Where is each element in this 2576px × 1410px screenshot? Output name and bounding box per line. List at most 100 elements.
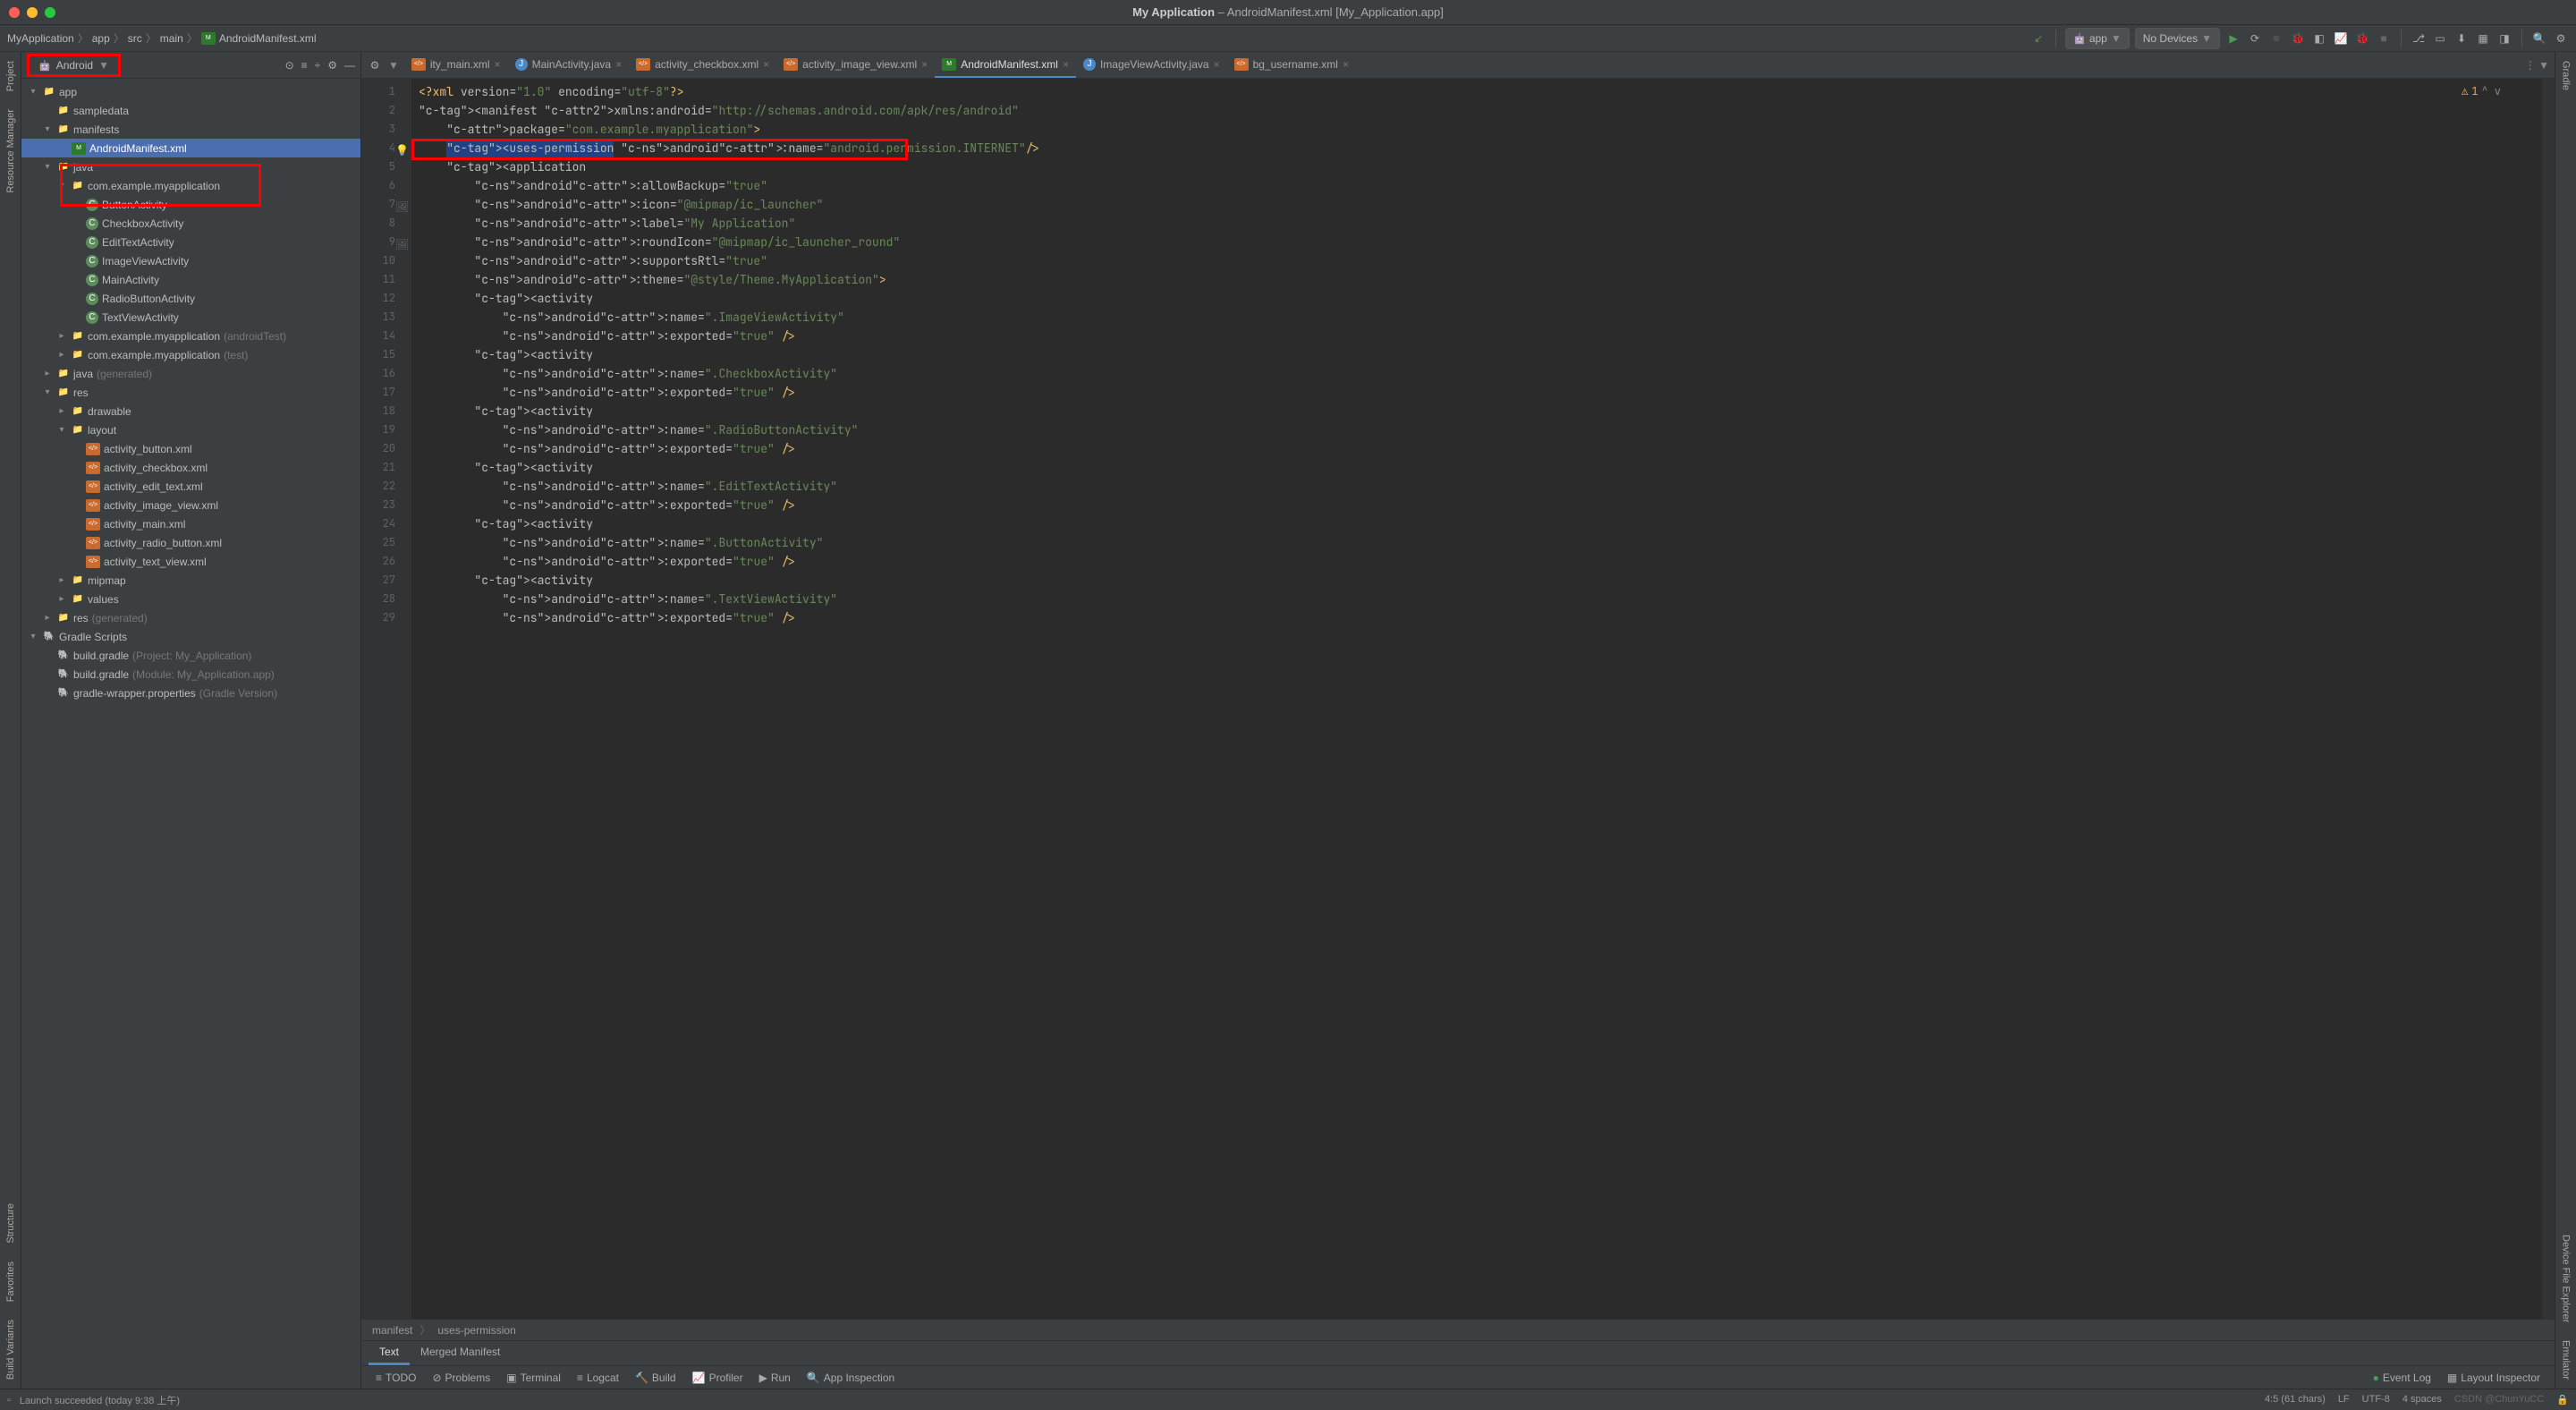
close-tab-icon[interactable]: ×	[1343, 58, 1349, 71]
editor-tab[interactable]: JImageViewActivity.java×	[1076, 53, 1227, 78]
debug-icon[interactable]: 🐞	[2290, 30, 2306, 47]
tree-item[interactable]: </>activity_button.xml	[21, 439, 360, 458]
tree-item[interactable]: MAndroidManifest.xml	[21, 139, 360, 157]
hide-panel-icon[interactable]: —	[344, 59, 355, 72]
line-ending[interactable]: LF	[2338, 1394, 2350, 1406]
layout-inspector-icon[interactable]: ▦	[2475, 30, 2491, 47]
avd-icon[interactable]: ▭	[2432, 30, 2448, 47]
editor-tab[interactable]: </>bg_username.xml×	[1227, 53, 1356, 78]
tool-tab-build-variants[interactable]: Build Variants	[3, 1311, 19, 1389]
tree-item[interactable]: 📁sampledata	[21, 101, 360, 120]
code-viewport[interactable]: <?xml version="1.0" encoding="utf-8"?>"c…	[411, 79, 2542, 1319]
tool-window-tab[interactable]: ⊘Problems	[425, 1372, 497, 1384]
tool-tab-structure[interactable]: Structure	[3, 1194, 19, 1253]
breadcrumb[interactable]: MyApplication〉 app〉 src〉 main〉 M Android…	[7, 30, 2030, 46]
tree-item[interactable]: ▾🐘Gradle Scripts	[21, 627, 360, 646]
tree-item[interactable]: CImageViewActivity	[21, 251, 360, 270]
apply-code-icon[interactable]: ≡	[2268, 30, 2284, 47]
maximize-window-icon[interactable]	[45, 7, 55, 18]
project-view-selector[interactable]: Android ▼	[27, 54, 121, 77]
gutter[interactable]: 1234💡567🖼89🖼1011121314151617181920212223…	[361, 79, 411, 1319]
tool-window-tab[interactable]: ● Event Log	[2366, 1372, 2438, 1384]
tool-window-tab[interactable]: ▶Run	[752, 1372, 798, 1384]
close-tab-icon[interactable]: ×	[921, 58, 928, 71]
tree-item[interactable]: ▾📁layout	[21, 420, 360, 439]
close-tab-icon[interactable]: ×	[763, 58, 769, 71]
editor-tab[interactable]: </>activity_checkbox.xml×	[629, 53, 776, 78]
tool-window-tab[interactable]: 🔨Build	[628, 1372, 683, 1384]
tree-item[interactable]: ▾📁res	[21, 383, 360, 402]
tree-item[interactable]: ▾📁app	[21, 82, 360, 101]
coverage-icon[interactable]: ◧	[2311, 30, 2327, 47]
editor-tab[interactable]: </>ity_main.xml×	[404, 53, 508, 78]
tree-item[interactable]: 🐘build.gradle (Project: My_Application)	[21, 646, 360, 665]
search-icon[interactable]: 🔍	[2531, 30, 2547, 47]
tree-item[interactable]: </>activity_edit_text.xml	[21, 477, 360, 496]
panel-settings-icon[interactable]: ⚙	[327, 59, 337, 72]
caret-position[interactable]: 4:5 (61 chars)	[2265, 1394, 2326, 1406]
error-stripe[interactable]	[2542, 79, 2555, 1319]
tool-window-tab[interactable]: 🔍App Inspection	[800, 1372, 902, 1384]
project-tree[interactable]: ▾📁app📁sampledata▾📁manifestsMAndroidManif…	[21, 79, 360, 1389]
tree-item[interactable]: ▾📁com.example.myapplication	[21, 176, 360, 195]
inspection-summary[interactable]: ⚠ 1 ^ v	[2462, 84, 2501, 98]
editor-tab[interactable]: JMainActivity.java×	[508, 53, 630, 78]
editor-body[interactable]: 1234💡567🖼89🖼1011121314151617181920212223…	[361, 79, 2555, 1319]
tree-item[interactable]: ▾📁manifests	[21, 120, 360, 139]
tool-window-tab[interactable]: ≡TODO	[369, 1372, 423, 1384]
tree-item[interactable]: ▸📁mipmap	[21, 571, 360, 590]
tool-tab-gradle[interactable]: Gradle	[2558, 52, 2574, 99]
editor-tab[interactable]: </>activity_image_view.xml×	[776, 53, 935, 78]
tree-item[interactable]: CMainActivity	[21, 270, 360, 289]
tree-item[interactable]: </>activity_radio_button.xml	[21, 533, 360, 552]
vcs-icon[interactable]: ⎇	[2411, 30, 2427, 47]
tool-tab-project[interactable]: Project	[3, 52, 19, 100]
file-encoding[interactable]: UTF-8	[2362, 1394, 2390, 1406]
tree-item[interactable]: </>activity_image_view.xml	[21, 496, 360, 514]
tool-window-tab[interactable]: ▦ Layout Inspector	[2440, 1372, 2547, 1384]
run-icon[interactable]: ▶	[2225, 30, 2241, 47]
close-tab-icon[interactable]: ×	[615, 58, 622, 71]
close-window-icon[interactable]	[9, 7, 20, 18]
tree-item[interactable]: </>activity_checkbox.xml	[21, 458, 360, 477]
tree-item[interactable]: 🐘gradle-wrapper.properties (Gradle Versi…	[21, 684, 360, 702]
tool-tab-favorites[interactable]: Favorites	[3, 1253, 19, 1311]
lock-icon[interactable]: 🔒	[2556, 1394, 2569, 1406]
tree-item[interactable]: CTextViewActivity	[21, 308, 360, 327]
close-tab-icon[interactable]: ×	[1214, 58, 1220, 71]
sync-gradle-icon[interactable]: ↙︎	[2030, 30, 2046, 47]
tab-text[interactable]: Text	[369, 1342, 410, 1365]
tool-window-tab[interactable]: 📈Profiler	[685, 1372, 750, 1384]
tree-item[interactable]: ▾📁java	[21, 157, 360, 176]
tree-item[interactable]: ▸📁com.example.myapplication (androidTest…	[21, 327, 360, 345]
tool-window-tab[interactable]: ≡Logcat	[570, 1372, 626, 1384]
select-opened-file-icon[interactable]: ⊙	[285, 59, 294, 72]
tree-item[interactable]: ▸📁values	[21, 590, 360, 608]
tree-item[interactable]: </>activity_main.xml	[21, 514, 360, 533]
sdk-icon[interactable]: ⬇	[2453, 30, 2470, 47]
close-tab-icon[interactable]: ×	[1063, 58, 1069, 71]
close-tab-icon[interactable]: ×	[495, 58, 501, 71]
editor-gear-icon[interactable]: ⚙	[367, 57, 383, 73]
stop-icon[interactable]: ■	[2376, 30, 2392, 47]
tree-item[interactable]: ▸📁java (generated)	[21, 364, 360, 383]
editor-breadcrumb[interactable]: manifest〉uses-permission	[361, 1319, 2555, 1340]
tree-item[interactable]: ▸📁res (generated)	[21, 608, 360, 627]
tree-item[interactable]: CEditTextActivity	[21, 233, 360, 251]
tab-merged-manifest[interactable]: Merged Manifest	[410, 1342, 511, 1365]
tree-item[interactable]: CRadioButtonActivity	[21, 289, 360, 308]
tree-item[interactable]: ▸📁drawable	[21, 402, 360, 420]
tool-window-tab[interactable]: ▣Terminal	[499, 1372, 568, 1384]
tool-tab-device-file-explorer[interactable]: Device File Explorer	[2558, 1226, 2574, 1331]
status-icon[interactable]: ▫	[7, 1395, 11, 1406]
apply-changes-icon[interactable]: ⟳	[2247, 30, 2263, 47]
profile-icon[interactable]: 📈	[2333, 30, 2349, 47]
run-config-selector[interactable]: app ▼	[2065, 28, 2130, 49]
indent-label[interactable]: 4 spaces	[2402, 1394, 2442, 1406]
collapse-all-icon[interactable]: ÷	[315, 59, 321, 72]
resource-manager-icon[interactable]: ◨	[2496, 30, 2512, 47]
tool-tab-emulator[interactable]: Emulator	[2558, 1331, 2574, 1389]
settings-icon[interactable]: ⚙	[2553, 30, 2569, 47]
tree-item[interactable]: CCheckboxActivity	[21, 214, 360, 233]
device-selector[interactable]: No Devices ▼	[2135, 28, 2220, 49]
